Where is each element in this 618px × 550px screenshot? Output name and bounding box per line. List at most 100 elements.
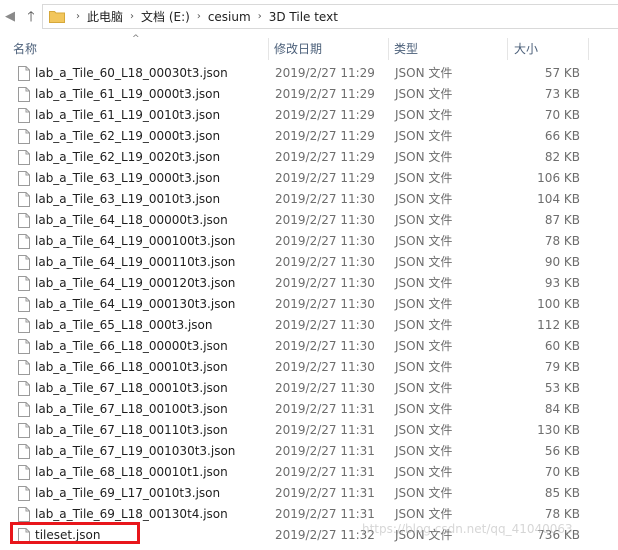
column-divider[interactable] <box>268 38 269 60</box>
column-divider[interactable] <box>588 38 589 60</box>
file-date: 2019/2/27 11:30 <box>275 339 375 353</box>
chevron-right-icon[interactable]: › <box>130 11 134 22</box>
file-type: JSON 文件 <box>395 339 453 353</box>
file-date: 2019/2/27 11:29 <box>275 129 375 143</box>
breadcrumb-item[interactable]: 3D Tile text <box>269 10 338 24</box>
column-type[interactable]: 类型 <box>394 40 418 58</box>
file-date: 2019/2/27 11:30 <box>275 276 375 290</box>
up-arrow-icon[interactable]: 🡑 <box>21 6 41 28</box>
file-row[interactable]: lab_a_Tile_66_L18_00010t3.json 2019/2/27 … <box>0 357 618 378</box>
watermark: https://blog.csdn.net/qq_41040063 <box>362 522 573 536</box>
column-name[interactable]: 名称 <box>13 40 37 58</box>
file-icon <box>18 297 30 312</box>
file-row[interactable]: lab_a_Tile_61_L19_0000t3.json 2019/2/27 1… <box>0 84 618 105</box>
file-date: 2019/2/27 11:30 <box>275 318 375 332</box>
file-name: lab_a_Tile_64_L18_00000t3.json <box>35 213 228 227</box>
file-row[interactable]: lab_a_Tile_66_L18_00000t3.json 2019/2/27 … <box>0 336 618 357</box>
file-name: lab_a_Tile_62_L19_0020t3.json <box>35 150 221 164</box>
file-icon <box>18 507 30 522</box>
file-date: 2019/2/27 11:30 <box>275 255 375 269</box>
breadcrumb-item[interactable]: cesium <box>208 10 251 24</box>
file-size: 112 KB <box>537 318 580 332</box>
file-date: 2019/2/27 11:30 <box>275 297 375 311</box>
file-row[interactable]: lab_a_Tile_63_L19_0010t3.json 2019/2/27 1… <box>0 189 618 210</box>
back-arrow-icon[interactable]: ◀ <box>0 6 20 28</box>
file-row[interactable]: lab_a_Tile_64_L19_000130t3.json 2019/2/27… <box>0 294 618 315</box>
chevron-right-icon[interactable]: › <box>197 11 201 22</box>
file-size: 87 KB <box>544 213 580 227</box>
file-icon <box>18 465 30 480</box>
file-size: 57 KB <box>544 66 580 80</box>
file-icon <box>18 255 30 270</box>
file-type: JSON 文件 <box>395 276 453 290</box>
file-type: JSON 文件 <box>395 423 453 437</box>
file-type: JSON 文件 <box>395 171 453 185</box>
file-type: JSON 文件 <box>395 297 453 311</box>
file-icon <box>18 381 30 396</box>
file-name: lab_a_Tile_67_L18_00110t3.json <box>35 423 228 437</box>
file-size: 70 KB <box>544 465 580 479</box>
file-size: 73 KB <box>544 87 580 101</box>
file-row[interactable]: lab_a_Tile_61_L19_0010t3.json 2019/2/27 1… <box>0 105 618 126</box>
file-row[interactable]: lab_a_Tile_67_L18_00100t3.json 2019/2/27 … <box>0 399 618 420</box>
file-icon <box>18 234 30 249</box>
file-type: JSON 文件 <box>395 192 453 206</box>
file-date: 2019/2/27 11:29 <box>275 150 375 164</box>
file-name: lab_a_Tile_69_L18_00130t4.json <box>35 507 228 521</box>
chevron-right-icon[interactable]: › <box>258 11 262 22</box>
file-type: JSON 文件 <box>395 318 453 332</box>
file-icon <box>18 402 30 417</box>
file-row[interactable]: lab_a_Tile_63_L19_0000t3.json 2019/2/27 1… <box>0 168 618 189</box>
column-header: ^ 名称 修改日期 类型 大小 <box>0 34 618 63</box>
file-name: lab_a_Tile_67_L18_00010t3.json <box>35 381 228 395</box>
breadcrumb[interactable]: › 此电脑 › 文档 (E:) › cesium › 3D Tile text <box>42 4 618 29</box>
file-size: 60 KB <box>544 339 580 353</box>
file-row[interactable]: lab_a_Tile_60_L18_00030t3.json 2019/2/27 … <box>0 63 618 84</box>
file-date: 2019/2/27 11:32 <box>275 528 375 542</box>
file-row[interactable]: lab_a_Tile_67_L18_00110t3.json 2019/2/27 … <box>0 420 618 441</box>
file-type: JSON 文件 <box>395 444 453 458</box>
file-size: 84 KB <box>544 402 580 416</box>
column-size[interactable]: 大小 <box>514 40 538 58</box>
file-name: lab_a_Tile_68_L18_00010t1.json <box>35 465 228 479</box>
file-type: JSON 文件 <box>395 87 453 101</box>
breadcrumb-item[interactable]: 此电脑 <box>87 8 123 25</box>
file-icon <box>18 66 30 81</box>
file-row[interactable]: lab_a_Tile_62_L19_0020t3.json 2019/2/27 1… <box>0 147 618 168</box>
file-date: 2019/2/27 11:31 <box>275 507 375 521</box>
file-name: lab_a_Tile_61_L19_0000t3.json <box>35 87 221 101</box>
file-row[interactable]: lab_a_Tile_62_L19_0000t3.json 2019/2/27 1… <box>0 126 618 147</box>
file-name: lab_a_Tile_64_L19_000110t3.json <box>35 255 236 269</box>
file-row[interactable]: lab_a_Tile_64_L19_000120t3.json 2019/2/27… <box>0 273 618 294</box>
file-type: JSON 文件 <box>395 234 453 248</box>
file-row[interactable]: lab_a_Tile_68_L18_00010t1.json 2019/2/27 … <box>0 462 618 483</box>
file-row[interactable]: lab_a_Tile_67_L18_00010t3.json 2019/2/27 … <box>0 378 618 399</box>
breadcrumb-item[interactable]: 文档 (E:) <box>141 8 190 25</box>
file-row[interactable]: lab_a_Tile_65_L18_000t3.json 2019/2/27 11… <box>0 315 618 336</box>
file-row[interactable]: lab_a_Tile_69_L17_0010t3.json 2019/2/27 1… <box>0 483 618 504</box>
file-icon <box>18 339 30 354</box>
sort-asc-icon: ^ <box>132 34 140 44</box>
file-name: lab_a_Tile_66_L18_00000t3.json <box>35 339 228 353</box>
file-row[interactable]: lab_a_Tile_67_L19_001030t3.json 2019/2/27… <box>0 441 618 462</box>
file-name: lab_a_Tile_64_L19_000100t3.json <box>35 234 236 248</box>
file-type: JSON 文件 <box>395 402 453 416</box>
file-row[interactable]: lab_a_Tile_64_L19_000100t3.json 2019/2/27… <box>0 231 618 252</box>
column-divider[interactable] <box>388 38 389 60</box>
file-row[interactable]: lab_a_Tile_64_L19_000110t3.json 2019/2/27… <box>0 252 618 273</box>
chevron-right-icon[interactable]: › <box>76 11 80 22</box>
file-size: 85 KB <box>544 486 580 500</box>
column-date[interactable]: 修改日期 <box>274 40 322 58</box>
file-date: 2019/2/27 11:29 <box>275 66 375 80</box>
file-name: lab_a_Tile_60_L18_00030t3.json <box>35 66 228 80</box>
file-size: 90 KB <box>544 255 580 269</box>
file-size: 78 KB <box>544 234 580 248</box>
file-row[interactable]: lab_a_Tile_64_L18_00000t3.json 2019/2/27 … <box>0 210 618 231</box>
column-divider[interactable] <box>507 38 508 60</box>
file-size: 130 KB <box>537 423 580 437</box>
file-date: 2019/2/27 11:31 <box>275 465 375 479</box>
file-name: lab_a_Tile_61_L19_0010t3.json <box>35 108 221 122</box>
file-size: 79 KB <box>544 360 580 374</box>
file-size: 66 KB <box>544 129 580 143</box>
file-type: JSON 文件 <box>395 213 453 227</box>
